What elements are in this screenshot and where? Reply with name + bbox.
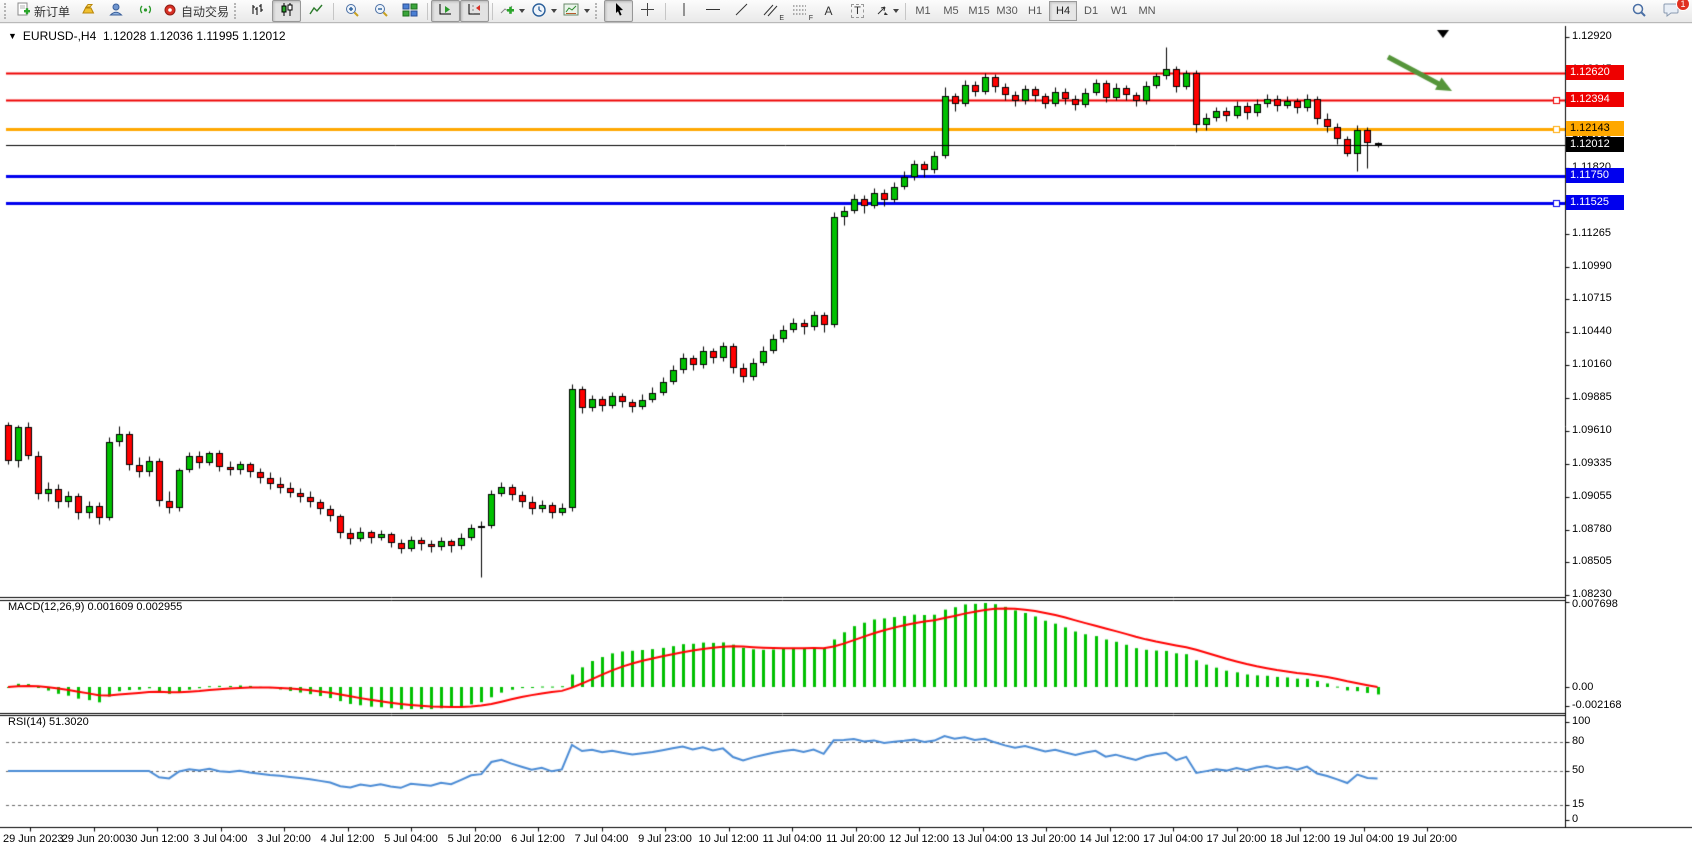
main-toolbar: 新订单 自动交易 (0, 0, 1692, 23)
templates-button[interactable] (560, 0, 593, 22)
toolbar-right-cluster: 1 (1624, 0, 1686, 22)
trendline-tool-button[interactable] (727, 0, 756, 22)
vertical-line-icon (678, 2, 690, 20)
auto-trading-label: 自动交易 (181, 3, 229, 20)
new-order-button[interactable]: 新订单 (13, 0, 73, 22)
timeframe-button-H4[interactable]: H4 (1049, 1, 1077, 21)
text-tool-button[interactable]: A (814, 0, 843, 22)
timeframe-button-M1[interactable]: M1 (909, 1, 937, 21)
zoom-in-icon (344, 2, 360, 21)
arrows-tool-button[interactable] (872, 0, 902, 22)
ohlc-bars-icon (250, 2, 266, 20)
signal-icon (138, 2, 153, 20)
toolbar-grip (595, 3, 600, 19)
text-label-tool-icon: T (851, 4, 864, 18)
tile-windows-icon (402, 2, 418, 20)
text-label-tool-button[interactable]: T (843, 0, 872, 22)
vertical-line-tool-button[interactable] (669, 0, 698, 22)
crosshair-icon (640, 2, 655, 20)
cursor-icon (612, 2, 626, 20)
search-button[interactable] (1624, 0, 1653, 22)
tile-windows-button[interactable] (395, 0, 424, 22)
timeframe-button-D1[interactable]: D1 (1077, 1, 1105, 21)
new-order-icon (16, 2, 31, 20)
toolbar-grip (4, 3, 9, 19)
timeframe-button-M15[interactable]: M15 (965, 1, 993, 21)
toolbar-grip (234, 3, 239, 19)
chevron-down-icon (519, 9, 525, 13)
indicators-icon (499, 2, 515, 20)
toolbar-separator (333, 3, 334, 20)
person-icon (109, 2, 124, 20)
bar-chart-button[interactable] (243, 0, 272, 22)
indicators-button[interactable] (496, 0, 528, 22)
equidistant-channel-icon (763, 2, 778, 20)
signals-button[interactable] (131, 0, 160, 22)
candlestick-icon (279, 2, 295, 20)
chart-canvas[interactable] (0, 24, 1692, 850)
text-tool-icon: A (825, 4, 833, 18)
candlestick-chart-button[interactable] (272, 0, 301, 22)
new-order-label: 新订单 (34, 3, 70, 20)
timeframe-button-M30[interactable]: M30 (993, 1, 1021, 21)
toolbar-separator (492, 3, 493, 20)
toolbar-separator (905, 3, 906, 20)
chevron-down-icon (584, 9, 590, 13)
channel-tool-button[interactable]: E (756, 0, 785, 22)
line-chart-button[interactable] (301, 0, 330, 22)
toolbar-separator (427, 3, 428, 20)
timeframe-button-MN[interactable]: MN (1133, 1, 1161, 21)
clock-icon (531, 2, 547, 21)
timeframe-button-W1[interactable]: W1 (1105, 1, 1133, 21)
crosshair-tool-button[interactable] (633, 0, 662, 22)
deposit-button[interactable] (73, 0, 102, 22)
cursor-tool-button[interactable] (604, 0, 633, 22)
notification-badge: 1 (1676, 0, 1690, 11)
zoom-out-icon (373, 2, 389, 21)
timeframe-group: M1M5M15M30H1H4D1W1MN (909, 1, 1161, 21)
template-icon (563, 2, 580, 20)
toolbar-separator (665, 3, 666, 20)
timeframe-button-M5[interactable]: M5 (937, 1, 965, 21)
auto-scroll-icon (438, 2, 454, 20)
periods-button[interactable] (528, 0, 560, 22)
chevron-down-icon (551, 9, 557, 13)
fibonacci-tool-button[interactable]: F (785, 0, 814, 22)
auto-trading-button[interactable]: 自动交易 (160, 0, 232, 22)
zoom-in-button[interactable] (337, 0, 366, 22)
fibonacci-icon (792, 2, 807, 20)
horizontal-line-tool-button[interactable] (698, 0, 727, 22)
chart-shift-button[interactable] (460, 0, 489, 22)
channel-sub-label: E (779, 15, 784, 22)
chevron-down-icon (893, 9, 899, 13)
trendline-icon (734, 2, 749, 20)
chart-shift-icon (467, 2, 483, 20)
search-icon (1631, 2, 1647, 21)
gold-icon (80, 2, 96, 20)
auto-scroll-button[interactable] (431, 0, 460, 22)
zoom-out-button[interactable] (366, 0, 395, 22)
line-chart-icon (308, 2, 324, 20)
auto-trading-icon (163, 2, 178, 20)
arrows-tool-icon (875, 2, 889, 20)
timeframe-button-H1[interactable]: H1 (1021, 1, 1049, 21)
community-button[interactable] (102, 0, 131, 22)
horizontal-line-icon (705, 2, 721, 20)
notifications-button[interactable]: 1 (1657, 0, 1686, 22)
fibonacci-sub-label: F (809, 15, 813, 22)
